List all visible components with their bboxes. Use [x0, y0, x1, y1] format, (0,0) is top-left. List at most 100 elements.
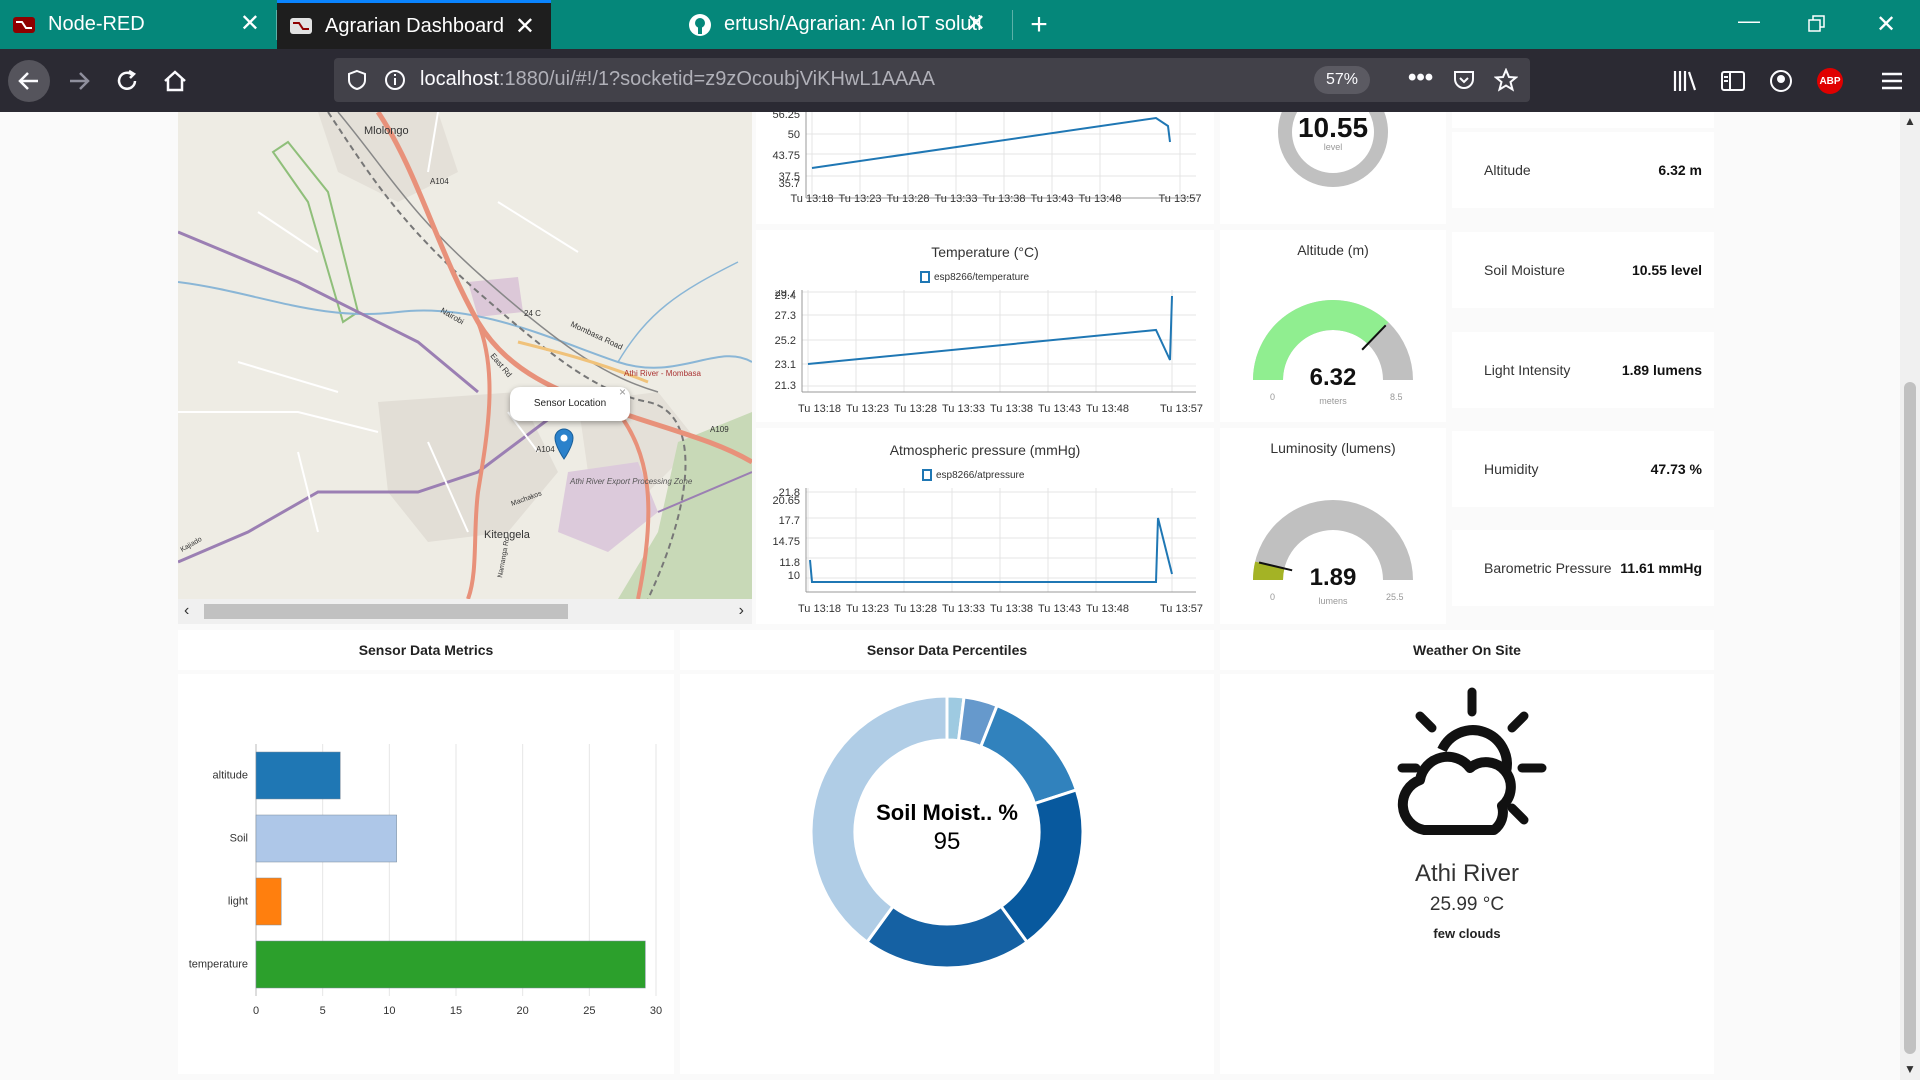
x-tick: Tu 13:48 [1086, 603, 1129, 615]
pressure-line-chart: Atmospheric pressure (mmHg) esp8266/atpr… [756, 428, 1214, 624]
page-actions-icon[interactable]: ••• [1408, 64, 1433, 92]
sensor-location-map[interactable]: Mlolongo A104 Nairobi 24 C Mombasa Road … [178, 112, 752, 624]
x-tick: Tu 13:23 [846, 403, 889, 415]
bar[interactable] [255, 751, 341, 800]
new-tab-button[interactable]: + [1022, 8, 1056, 42]
close-window-button[interactable]: ✕ [1868, 10, 1904, 40]
humidity-line-chart: 56.25 50 43.75 37.5 35.7 Tu 13:18 Tu 13:… [756, 109, 1214, 224]
donut-chart-svg [809, 694, 1085, 970]
x-tick: Tu 13:48 [1078, 193, 1121, 205]
arrow-right-icon [70, 72, 90, 90]
tab-bar: Node-RED ✕ Agrarian Dashboard ✕ ertush/A… [0, 0, 1920, 49]
bookmark-star-icon[interactable] [1494, 68, 1518, 92]
x-tick: 30 [650, 1005, 662, 1017]
reading-value: 11.61 mmHg [1620, 560, 1702, 576]
reading-value: 6.32 m [1658, 162, 1702, 178]
bar[interactable] [255, 877, 282, 926]
reading-row-humidity: Humidity 47.73 % [1452, 431, 1714, 507]
section-title: Sensor Data Percentiles [866, 642, 1028, 658]
x-tick: Tu 13:18 [790, 193, 833, 205]
y-tick: 10 [788, 570, 800, 582]
address-bar[interactable]: localhost:1880/ui/#!/1?socketid=z9zOcoub… [334, 58, 1530, 102]
url-host: localhost [420, 68, 499, 90]
category-label: light [228, 896, 248, 908]
shield-icon[interactable] [346, 69, 368, 91]
page-scroll-thumb[interactable] [1904, 382, 1916, 1054]
soil-moisture-gauge: 10.55 level [1220, 112, 1446, 224]
back-button[interactable] [8, 60, 50, 102]
reading-label: Barometric Pressure [1484, 560, 1612, 576]
info-icon[interactable] [384, 69, 406, 91]
x-tick: Tu 13:33 [942, 603, 985, 615]
donut-slice[interactable] [978, 703, 1079, 806]
reload-button[interactable] [106, 60, 148, 102]
scroll-down-icon[interactable]: ▼ [1904, 1062, 1916, 1076]
scroll-up-icon[interactable]: ▲ [1904, 114, 1916, 128]
x-tick: Tu 13:38 [990, 403, 1033, 415]
map-label: A104 [430, 177, 449, 186]
sensor-metrics-bar-chart: 0 5 10 15 20 25 30 altitude Soil light temperature [178, 674, 674, 1074]
gauge-value: 10.55 [1297, 112, 1369, 143]
chart-title: Atmospheric pressure (mmHg) [889, 442, 1081, 458]
tab-label: Node-RED [48, 13, 145, 35]
forward-button[interactable] [58, 60, 100, 102]
reading-label: Soil Moisture [1484, 262, 1565, 278]
scroll-right-icon[interactable]: › [739, 602, 744, 620]
legend-label: esp8266/temperature [934, 271, 1030, 283]
x-tick: Tu 13:33 [942, 403, 985, 415]
map-horizontal-scrollbar[interactable]: ‹ › [178, 599, 752, 624]
y-tick: 23.1 [775, 359, 796, 371]
y-tick: 20.65 [772, 495, 800, 507]
gauge-max: 25.5 [1386, 592, 1404, 602]
section-title: Sensor Data Metrics [358, 642, 494, 658]
x-tick: Tu 13:43 [1038, 603, 1081, 615]
sidebar-icon[interactable] [1720, 68, 1746, 94]
map-pin-icon[interactable] [554, 428, 574, 460]
restore-button[interactable] [1800, 12, 1834, 46]
map-label: A109 [710, 425, 729, 434]
gauge-title: Altitude (m) [1297, 242, 1369, 258]
reading-label: Altitude [1484, 162, 1531, 178]
home-icon [164, 70, 186, 92]
x-tick: 5 [320, 1005, 326, 1017]
minimize-button[interactable]: — [1732, 8, 1766, 42]
x-tick: Tu 13:28 [894, 403, 937, 415]
sensor-location-popup: Sensor Location × [510, 385, 630, 421]
tab-agrarian-dashboard[interactable]: Agrarian Dashboard ✕ [277, 0, 551, 49]
map-tiles[interactable]: Mlolongo A104 Nairobi 24 C Mombasa Road … [178, 112, 752, 599]
map-scroll-thumb[interactable] [204, 604, 568, 619]
temperature-line-chart: Temperature (°C) esp8266/temperature 29.… [756, 230, 1214, 422]
page-vertical-scrollbar[interactable]: ▲ ▼ [1900, 112, 1920, 1080]
chart-title: Temperature (°C) [931, 244, 1039, 260]
adblock-plus-badge[interactable]: ABP [1817, 68, 1843, 94]
x-tick: 15 [450, 1005, 462, 1017]
x-tick: Tu 13:28 [894, 603, 937, 615]
bar[interactable] [255, 940, 646, 989]
reading-row-barometric-pressure: Barometric Pressure 11.61 mmHg [1452, 530, 1714, 606]
popup-close-icon[interactable]: × [619, 375, 626, 409]
tab-close-icon[interactable]: ✕ [240, 12, 260, 36]
tab-github-agrarian[interactable]: ertush/Agrarian: An IoT solution ✕ [676, 0, 1002, 49]
donut-slice[interactable] [864, 904, 1030, 970]
tab-separator [1012, 10, 1013, 40]
x-tick: 0 [253, 1005, 259, 1017]
tab-node-red[interactable]: Node-RED ✕ [0, 0, 276, 49]
x-tick: Tu 13:57 [1160, 403, 1203, 415]
tab-close-icon[interactable]: ✕ [515, 15, 535, 39]
url-text[interactable]: localhost:1880/ui/#!/1?socketid=z9zOcoub… [420, 68, 935, 91]
library-icon[interactable] [1672, 68, 1698, 94]
bar[interactable] [255, 814, 397, 863]
y-tick: 17.7 [779, 515, 800, 527]
scroll-left-icon[interactable]: ‹ [184, 602, 189, 620]
weather-temperature: 25.99 °C [1429, 894, 1505, 915]
hamburger-menu-icon[interactable] [1880, 69, 1904, 93]
account-icon[interactable] [1768, 68, 1794, 94]
weather-card: Athi River 25.99 °C few clouds [1220, 674, 1714, 1074]
tab-close-icon[interactable]: ✕ [966, 12, 986, 36]
pocket-icon[interactable] [1452, 68, 1476, 92]
home-button[interactable] [154, 60, 196, 102]
luminosity-gauge: Luminosity (lumens) 1.89 lumens 0 25.5 [1220, 428, 1446, 624]
reading-label: Light Intensity [1484, 362, 1571, 378]
zoom-level-badge[interactable]: 57% [1314, 66, 1370, 94]
legend-swatch [920, 271, 930, 283]
